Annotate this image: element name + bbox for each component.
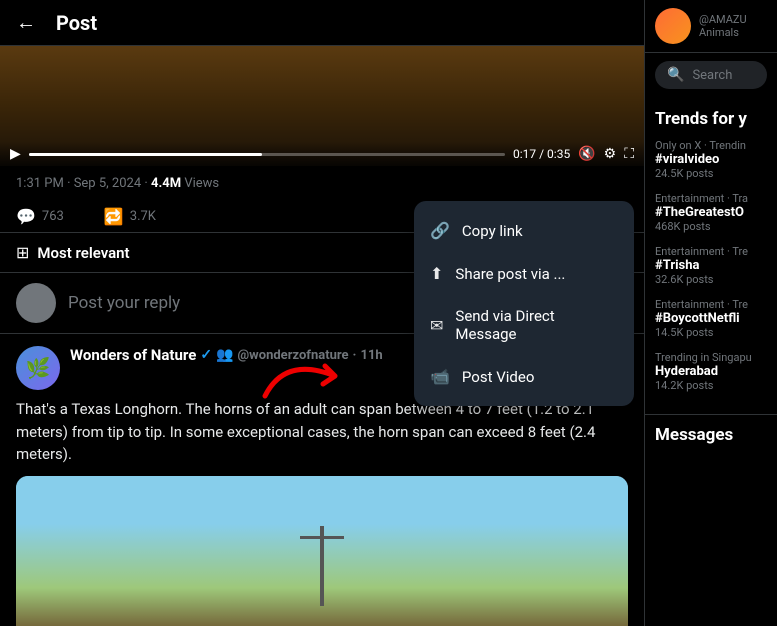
comment-button[interactable]: 💬 763	[16, 207, 64, 226]
post-meta: 1:31 PM · Sep 5, 2024 · 4.4M Views	[0, 166, 644, 201]
trend-item-2[interactable]: Entertainment · Tra #TheGreatestO 468K p…	[655, 192, 767, 233]
profile-snippet: @AMAZU Animals	[645, 0, 777, 53]
trend-item-1[interactable]: Only on X · Trendin #viralvideo 24.5K po…	[655, 139, 767, 180]
group-badge: 👥	[216, 347, 233, 363]
profile-info: @AMAZU Animals	[699, 13, 747, 39]
back-button[interactable]: ←	[16, 10, 36, 35]
context-menu: 🔗 Copy link ⬆ Share post via ... ✉ Send …	[414, 201, 634, 406]
context-send-dm[interactable]: ✉ Send via Direct Message	[414, 295, 634, 355]
trends-section: Trends for y Only on X · Trendin #viralv…	[645, 99, 777, 414]
progress-fill	[29, 153, 262, 156]
comment-icon: 💬	[16, 207, 36, 226]
post-image	[16, 476, 628, 626]
trend-tag-4: #BoycottNetfli	[655, 311, 767, 326]
user-avatar	[16, 283, 56, 323]
trend-category-2: Entertainment · Tra	[655, 192, 767, 205]
fullscreen-button[interactable]: ⛶	[624, 146, 634, 162]
context-copy-link[interactable]: 🔗 Copy link	[414, 209, 634, 252]
trend-category-3: Entertainment · Tre	[655, 245, 767, 258]
trend-posts-2: 468K posts	[655, 220, 767, 233]
trend-category-1: Only on X · Trendin	[655, 139, 767, 152]
video-controls: ▶ 0:17 / 0:35 🔇 ⚙ ⛶	[0, 142, 644, 166]
trend-item-5[interactable]: Trending in Singapu Hyderabad 14.2K post…	[655, 351, 767, 392]
retweet-button[interactable]: 🔁 3.7K	[104, 207, 156, 226]
filter-icon: ⊞	[16, 243, 29, 262]
messages-title: Messages	[655, 425, 767, 445]
verified-badge: ✓	[200, 347, 212, 363]
trend-tag-2: #TheGreatestO	[655, 205, 767, 220]
trends-title: Trends for y	[655, 109, 767, 129]
video-icon: 📹	[430, 367, 450, 386]
trend-posts-1: 24.5K posts	[655, 167, 767, 180]
search-icon: 🔍	[667, 67, 684, 83]
volume-button[interactable]: 🔇	[578, 146, 595, 162]
search-bar[interactable]: 🔍 Search	[655, 61, 767, 89]
reply-placeholder[interactable]: Post your reply	[68, 293, 180, 313]
copy-link-icon: 🔗	[430, 221, 450, 240]
search-input[interactable]: Search	[692, 68, 732, 83]
post-header: ← Post	[0, 0, 644, 46]
context-share-post[interactable]: ⬆ Share post via ...	[414, 252, 634, 295]
dm-icon: ✉	[430, 316, 443, 335]
trend-category-4: Entertainment · Tre	[655, 298, 767, 311]
settings-button[interactable]: ⚙	[604, 146, 617, 162]
trend-item-4[interactable]: Entertainment · Tre #BoycottNetfli 14.5K…	[655, 298, 767, 339]
red-arrow-indicator	[255, 346, 375, 406]
profile-avatar	[655, 8, 691, 44]
profile-sub: Animals	[699, 26, 747, 39]
post-image-content	[16, 476, 628, 626]
retweet-icon: 🔁	[104, 207, 124, 226]
filter-label: Most relevant	[37, 244, 129, 262]
play-button[interactable]: ▶	[10, 146, 21, 162]
video-player: ▶ 0:17 / 0:35 🔇 ⚙ ⛶	[0, 46, 644, 166]
trend-tag-1: #viralvideo	[655, 152, 767, 167]
messages-section: Messages	[645, 414, 777, 455]
trend-posts-5: 14.2K posts	[655, 379, 767, 392]
profile-handle: @AMAZU	[699, 13, 747, 26]
trend-tag-5: Hyderabad	[655, 364, 767, 379]
right-panel: @AMAZU Animals 🔍 Search Trends for y Onl…	[645, 0, 777, 626]
post-text: That's a Texas Longhorn. The horns of an…	[16, 398, 628, 466]
trend-item-3[interactable]: Entertainment · Tre #Trisha 32.6K posts	[655, 245, 767, 286]
page-title: Post	[56, 11, 97, 35]
action-bar: 💬 763 🔁 3.7K 🔗 Copy link ⬆ Share post vi…	[0, 201, 644, 233]
power-pole	[320, 526, 324, 606]
progress-bar[interactable]	[29, 153, 505, 156]
time-display: 0:17 / 0:35	[513, 147, 570, 161]
post-author-avatar: 🌿	[16, 346, 60, 390]
trend-category-5: Trending in Singapu	[655, 351, 767, 364]
context-post-video[interactable]: 📹 Post Video	[414, 355, 634, 398]
share-icon: ⬆	[430, 264, 443, 283]
trend-tag-3: #Trisha	[655, 258, 767, 273]
trend-posts-3: 32.6K posts	[655, 273, 767, 286]
trend-posts-4: 14.5K posts	[655, 326, 767, 339]
main-post-panel: ← Post ▶ 0:17 / 0:35 🔇 ⚙ ⛶ 1:31 PM · Sep…	[0, 0, 645, 626]
